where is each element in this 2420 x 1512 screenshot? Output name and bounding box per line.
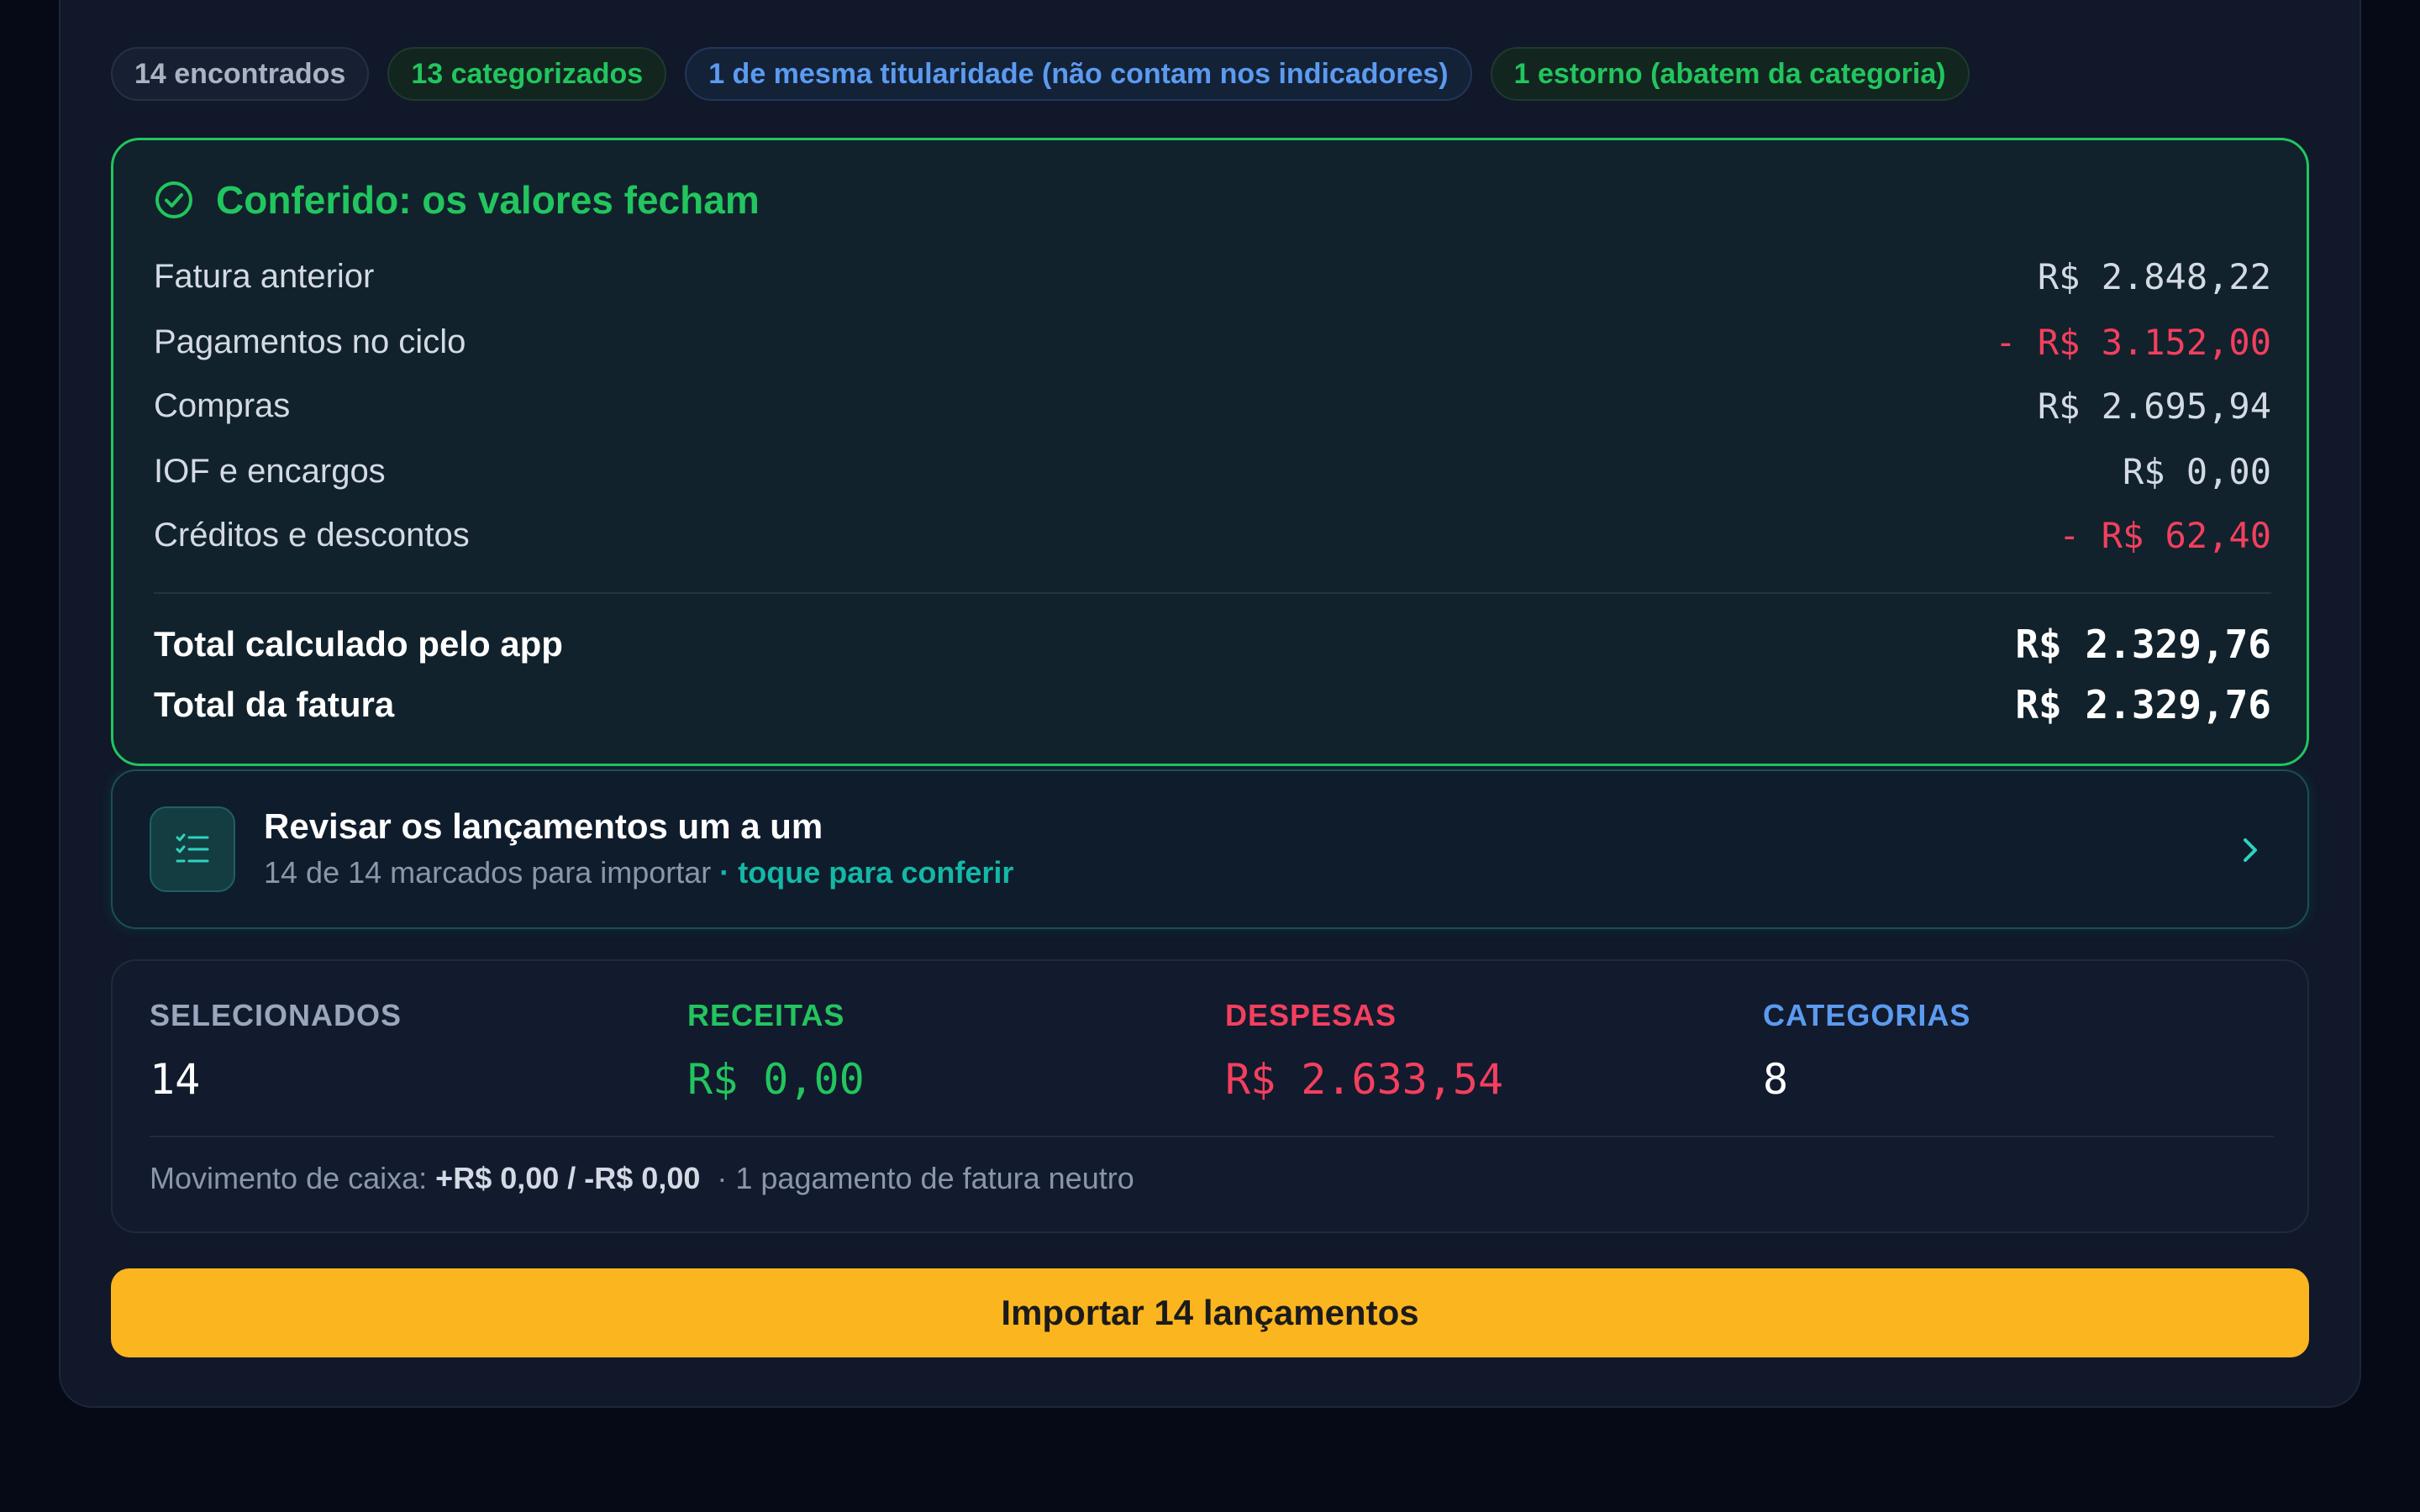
row-value: R$ 0,00 [2122, 450, 2271, 492]
stat-label: CATEGORIAS [1763, 998, 1971, 1032]
row-label: Total calculado pelo app [154, 624, 563, 664]
selection-stats-card: SELECIONADOS 14 RECEITAS R$ 0,00 DESPESA… [111, 959, 2309, 1233]
stat-value: 14 [150, 1055, 201, 1104]
review-title: Revisar os lançamentos um a um [264, 806, 823, 846]
checklist-icon [150, 806, 235, 892]
row-label: IOF e encargos [154, 452, 386, 490]
review-cta[interactable]: toque para conferir [738, 855, 1013, 890]
stat-categories: CATEGORIAS 8 [1763, 998, 1970, 1104]
row-value: R$ 2.329,76 [2015, 682, 2271, 727]
review-separator: · [711, 855, 739, 890]
stat-label: SELECIONADOS [150, 998, 402, 1032]
row-label: Pagamentos no ciclo [154, 323, 466, 360]
stat-value: R$ 0,00 [687, 1055, 865, 1104]
stat-label: RECEITAS [687, 998, 845, 1032]
cash-movement: Movimento de caixa: +R$ 0,00 / -R$ 0,00 … [150, 1161, 1134, 1196]
summary-chips: 14 encontrados 13 categorizados 1 de mes… [111, 47, 1970, 101]
reconciliation-header: Conferido: os valores fecham [154, 177, 760, 223]
reconciliation-title: Conferido: os valores fecham [216, 178, 760, 222]
stat-value: 8 [1763, 1055, 1789, 1104]
row-total-app: Total calculado pelo app R$ 2.329,76 [154, 619, 2271, 669]
stat-selected: SELECIONADOS 14 [150, 998, 402, 1104]
stat-income: RECEITAS R$ 0,00 [687, 998, 865, 1104]
review-entries-card[interactable]: Revisar os lançamentos um a um 14 de 14 … [111, 769, 2309, 929]
import-button[interactable]: Importar 14 lançamentos [111, 1268, 2309, 1357]
chip-same-owner[interactable]: 1 de mesma titularidade (não contam nos … [685, 47, 1472, 101]
row-value: R$ 2.695,94 [2037, 385, 2271, 427]
row-previous-bill: Fatura anterior R$ 2.848,22 [154, 251, 2271, 302]
check-circle-icon [155, 181, 192, 218]
reconciliation-card: Conferido: os valores fecham Fatura ante… [111, 138, 2309, 766]
review-count: 14 de 14 marcados para importar [264, 855, 712, 890]
review-subtitle: 14 de 14 marcados para importar · toque … [264, 855, 1013, 890]
chevron-right-icon [2244, 838, 2257, 862]
row-credits: Créditos e descontos - R$ 62,40 [154, 510, 2271, 560]
chip-refund[interactable]: 1 estorno (abatem da categoria) [1490, 47, 1970, 101]
row-value: R$ 2.848,22 [2037, 255, 2271, 297]
row-value: - R$ 62,40 [2059, 514, 2271, 556]
chip-found[interactable]: 14 encontrados [111, 47, 370, 101]
stat-expenses: DESPESAS R$ 2.633,54 [1225, 998, 1503, 1104]
stat-label: DESPESAS [1225, 998, 1397, 1032]
stat-value: R$ 2.633,54 [1225, 1055, 1504, 1104]
row-iof: IOF e encargos R$ 0,00 [154, 446, 2271, 496]
row-label: Créditos e descontos [154, 516, 470, 554]
row-label: Compras [154, 386, 291, 424]
row-value: - R$ 3.152,00 [1995, 321, 2271, 363]
cash-label: Movimento de caixa: [150, 1161, 428, 1195]
row-purchases: Compras R$ 2.695,94 [154, 381, 2271, 431]
row-label: Fatura anterior [154, 257, 375, 295]
stats-divider [150, 1136, 2274, 1137]
row-payments: Pagamentos no ciclo - R$ 3.152,00 [154, 317, 2271, 367]
cash-note: · 1 pagamento de fatura neutro [717, 1161, 1134, 1195]
totals-divider [154, 592, 2271, 594]
row-label: Total da fatura [154, 685, 395, 724]
row-value: R$ 2.329,76 [2015, 622, 2271, 667]
row-total-bill: Total da fatura R$ 2.329,76 [154, 680, 2271, 730]
cash-value: +R$ 0,00 / -R$ 0,00 [435, 1161, 701, 1195]
chip-categorized[interactable]: 13 categorizados [387, 47, 667, 101]
